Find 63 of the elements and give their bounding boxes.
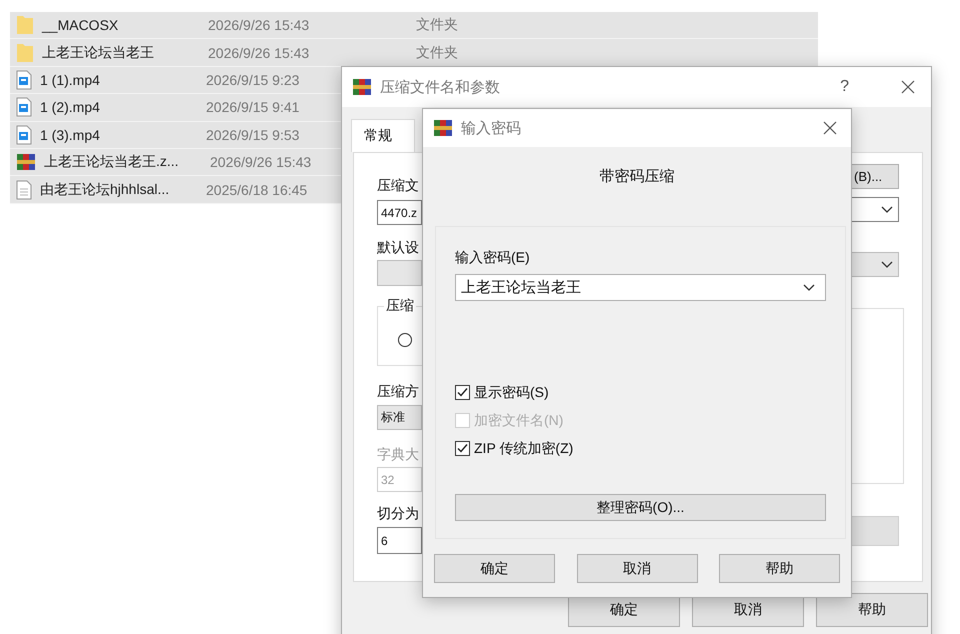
file-name: 由老王论坛hjhhlsal... [40,180,170,199]
close-icon[interactable] [823,121,837,135]
close-icon[interactable] [901,80,915,94]
file-date: 2026/9/15 9:53 [206,126,300,143]
window-title: 压缩文件名和参数 [380,78,500,96]
field-label: 默认设 [377,239,419,257]
file-name: 1 (1).mp4 [40,72,101,88]
checkbox[interactable] [455,385,470,400]
checkbox[interactable] [455,441,470,456]
file-name: 1 (2).mp4 [40,99,101,116]
field-label: 切分为 [377,505,419,523]
dialog-button[interactable]: 帮助 [816,593,928,627]
field-label: 压缩文 [377,177,419,195]
field-label: 压缩方 [377,383,419,401]
file-name: 上老王论坛当老王 [42,44,155,62]
file-date: 2026/9/26 15:43 [208,44,310,61]
dialog-heading: 带密码压缩 [598,167,676,186]
field-label: 字典大 [377,446,419,464]
checkbox-option[interactable]: ZIP 传统加密(Z) [455,439,574,458]
file-name: 1 (3).mp4 [40,126,101,143]
folder-icon [16,15,34,36]
dialog-button[interactable]: 确定 [434,554,555,583]
file-type: 文件夹 [416,44,458,62]
checkbox-option[interactable]: 显示密码(S) [455,383,549,402]
browse-button[interactable]: (B)... [851,164,899,189]
file-name: 上老王论坛当老王.z... [44,153,180,172]
chevron-down-icon [881,260,893,268]
input-field[interactable]: 4470.z [377,200,422,225]
video-file-icon [16,124,32,145]
file-type: 文件夹 [416,16,458,34]
option-label: ZIP 传统加密(Z) [474,440,574,458]
file-date: 2026/9/15 9:41 [206,99,300,116]
group-label: 压缩 [384,297,416,315]
radio-button[interactable] [398,333,412,347]
video-file-icon [16,97,32,118]
video-file-icon [16,70,32,90]
dialog-button[interactable]: 取消 [576,554,698,583]
dropdown[interactable] [851,197,899,222]
file-name: __MACOSX [42,17,120,34]
file-date: 2026/9/15 9:23 [206,72,300,88]
folder-icon [16,42,34,63]
file-row[interactable]: __MACOSX 2026/9/26 15:43 文件夹 [10,12,818,40]
file-date: 2026/9/26 15:43 [210,154,312,170]
chevron-down-icon [803,284,815,292]
password-field[interactable]: 上老王论坛当老王 [455,274,826,301]
file-row[interactable]: 上老王论坛当老王 2026/9/26 15:43 文件夹 [10,39,818,67]
file-date: 2025/6/18 16:45 [206,182,308,198]
chevron-down-icon [881,206,893,214]
dialog-button[interactable]: 帮助 [719,554,840,583]
dropdown[interactable]: 标准 [377,405,422,430]
option-label: 加密文件名(N) [474,412,564,430]
archive-icon [16,152,36,172]
app-icon [433,118,453,138]
text-file-icon [16,180,32,200]
field-label: 输入密码(E) [455,249,531,267]
window-title: 输入密码 [461,118,521,138]
option-label: 显示密码(S) [474,384,549,402]
organize-passwords-button[interactable]: 整理密码(O)... [455,494,826,521]
tab[interactable]: 常规 [351,119,415,152]
file-date: 2026/9/26 15:43 [208,17,310,34]
input-field[interactable]: 6 [377,527,422,554]
app-icon [352,77,372,97]
help-button[interactable]: ? [840,78,849,96]
